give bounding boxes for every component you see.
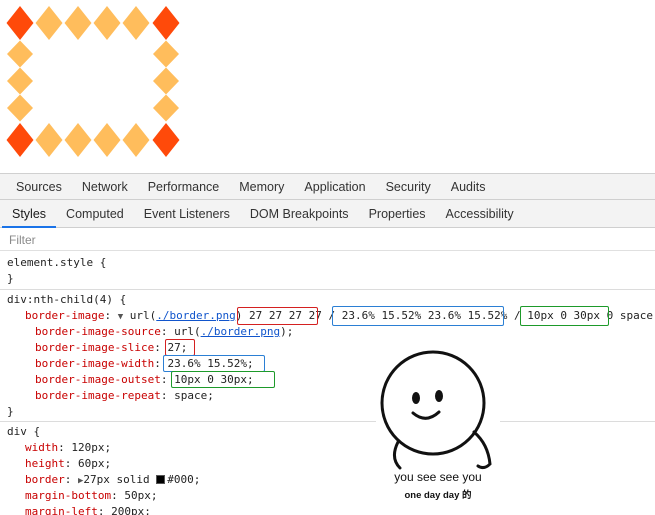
diamond-shape [93, 6, 121, 40]
tab-security[interactable]: Security [376, 174, 441, 199]
width-decl[interactable]: width: 120px; [25, 440, 111, 456]
element-style-close: } [7, 272, 14, 285]
diamond-shape [35, 123, 63, 157]
diamond-shape [122, 123, 150, 157]
diamond-shape [152, 123, 180, 157]
width-highlight-box [332, 306, 504, 326]
tab-application[interactable]: Application [294, 174, 375, 199]
meme-caption-line2: one day day 的 [404, 490, 472, 501]
diamond-shape [122, 6, 150, 40]
tab-performance[interactable]: Performance [138, 174, 230, 199]
margin-left-decl[interactable]: margin-left: 200px; [25, 504, 151, 515]
devtools-main-tabbar: Sources Network Performance Memory Appli… [0, 173, 655, 200]
meme-caption-line1: you see see you [394, 470, 482, 484]
diamond-shape [7, 94, 33, 122]
border-decl[interactable]: border: ▶27px solid #000; [25, 472, 200, 488]
tab-styles[interactable]: Styles [2, 200, 57, 228]
diamond-shape [152, 6, 180, 40]
styles-pane: element.style { } div:nth-child(4) { bor… [0, 252, 655, 515]
element-style-selector[interactable]: element.style { [7, 255, 106, 271]
margin-bottom-decl[interactable]: margin-bottom: 50px; [25, 488, 157, 504]
tab-dom-breakpoints[interactable]: DOM Breakpoints [240, 200, 359, 227]
rule-selector-div[interactable]: div { [7, 424, 40, 440]
tab-audits[interactable]: Audits [441, 174, 496, 199]
diamond-shape [64, 123, 92, 157]
diamond-shape [153, 40, 179, 68]
tab-computed[interactable]: Computed [56, 200, 134, 227]
diamond-shape [153, 67, 179, 95]
diamond-shape [35, 6, 63, 40]
diamond-shape [6, 123, 34, 157]
slice-highlight-box [237, 307, 318, 325]
outset-highlight-box [520, 306, 609, 326]
repeat-value[interactable]: space; [620, 309, 655, 322]
meme-sticker: you see see you one day day 的 [376, 346, 500, 504]
css-prop-name[interactable]: border-image [25, 309, 104, 322]
width-longhand-highlight-box [163, 355, 265, 372]
border-png-link[interactable]: ./border.png [201, 325, 280, 338]
tab-accessibility[interactable]: Accessibility [436, 200, 524, 227]
diamond-shape [7, 67, 33, 95]
rule-divider [0, 421, 655, 422]
smiling-face-icon [380, 350, 492, 470]
diamond-shape [153, 94, 179, 122]
rule-divider [0, 289, 655, 290]
filter-bar [0, 229, 655, 251]
color-swatch[interactable] [156, 475, 166, 484]
tab-properties[interactable]: Properties [359, 200, 436, 227]
diamond-shape [7, 40, 33, 68]
diamond-border-graphic [6, 6, 180, 157]
filter-input[interactable] [4, 231, 644, 249]
tab-sources[interactable]: Sources [6, 174, 72, 199]
diamond-shape [93, 123, 121, 157]
elements-sub-tabbar: Styles Computed Event Listeners DOM Brea… [0, 200, 655, 228]
height-decl[interactable]: height: 60px; [25, 456, 111, 472]
outset-longhand-highlight-box [171, 371, 275, 388]
border-png-link[interactable]: ./border.png [156, 309, 235, 322]
border-image-source-decl[interactable]: border-image-source: url(./border.png); [35, 324, 293, 340]
diamond-shape [6, 6, 34, 40]
slice-longhand-highlight-box [165, 339, 195, 356]
rule-selector-nth-child[interactable]: div:nth-child(4) { [7, 292, 126, 308]
border-image-repeat-decl[interactable]: border-image-repeat: space; [35, 388, 214, 404]
tab-network[interactable]: Network [72, 174, 138, 199]
rule1-close: } [7, 405, 14, 418]
diamond-shape [64, 6, 92, 40]
border-image-preview [0, 0, 655, 172]
tab-event-listeners[interactable]: Event Listeners [134, 200, 240, 227]
tab-memory[interactable]: Memory [229, 174, 294, 199]
